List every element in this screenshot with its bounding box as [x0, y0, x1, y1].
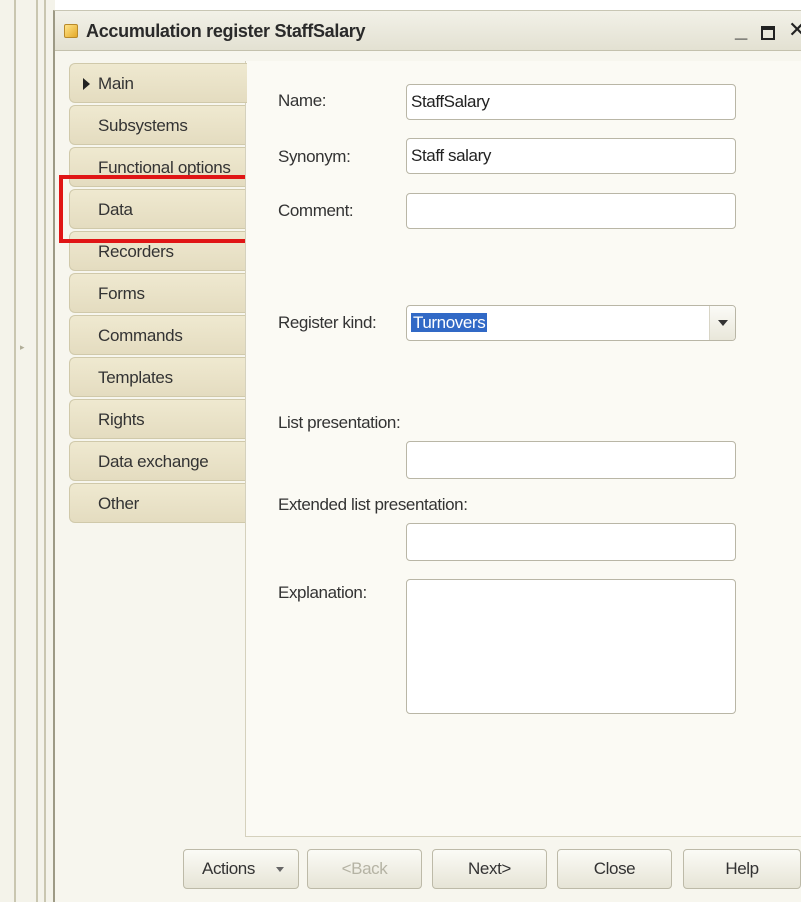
help-button[interactable]: Help — [683, 849, 801, 889]
strip-divider — [36, 0, 38, 902]
tab-data-exchange[interactable]: Data exchange — [69, 441, 247, 481]
tab-label: Main — [98, 74, 134, 93]
register-icon — [64, 24, 78, 38]
back-button[interactable]: <Back — [307, 849, 422, 889]
extended-list-presentation-field[interactable] — [406, 523, 736, 561]
tab-label: Other — [98, 494, 140, 513]
tab-label: Data exchange — [98, 452, 209, 471]
dropdown-button[interactable] — [709, 306, 735, 340]
name-label: Name: — [278, 91, 327, 110]
explanation-label: Explanation: — [278, 583, 367, 602]
actions-button[interactable]: Actions — [183, 849, 299, 889]
tab-templates[interactable]: Templates — [69, 357, 247, 397]
maximize-icon[interactable] — [761, 26, 775, 40]
register-kind-label: Register kind: — [278, 313, 377, 332]
tab-main[interactable]: Main — [69, 63, 247, 103]
tab-label: Templates — [98, 368, 173, 387]
main-properties-panel: Name: StaffSalary Synonym: Staff salary … — [245, 61, 801, 837]
register-editor-window: Accumulation register StaffSalary _ ✕ Ma… — [53, 10, 801, 902]
minimize-icon[interactable]: _ — [735, 19, 747, 41]
list-presentation-field[interactable] — [406, 441, 736, 479]
tab-commands[interactable]: Commands — [69, 315, 247, 355]
next-button[interactable]: Next> — [432, 849, 547, 889]
window-title: Accumulation register StaffSalary — [86, 21, 366, 41]
synonym-label: Synonym: — [278, 147, 351, 166]
tab-rights[interactable]: Rights — [69, 399, 247, 439]
title-bar[interactable]: Accumulation register StaffSalary _ ✕ — [55, 11, 801, 51]
tab-label: Rights — [98, 410, 145, 429]
splitter-handle-icon[interactable]: ▸ — [20, 342, 25, 353]
tab-label: Subsystems — [98, 116, 188, 135]
name-field[interactable]: StaffSalary — [406, 84, 736, 120]
tab-label: Commands — [98, 326, 183, 345]
strip-divider — [14, 0, 16, 902]
synonym-field[interactable]: Staff salary — [406, 138, 736, 174]
chevron-down-icon — [276, 867, 284, 872]
close-button[interactable]: Close — [557, 849, 672, 889]
close-icon[interactable]: ✕ — [788, 19, 801, 41]
tab-other[interactable]: Other — [69, 483, 247, 523]
list-presentation-label: List presentation: — [278, 413, 401, 432]
annotation-highlight-box — [59, 175, 257, 243]
current-tab-arrow-icon — [83, 78, 90, 90]
actions-label: Actions — [202, 859, 255, 878]
comment-label: Comment: — [278, 201, 354, 220]
extended-list-presentation-label: Extended list presentation: — [278, 495, 468, 514]
strip-divider — [44, 0, 46, 902]
tab-label: Recorders — [98, 242, 174, 261]
chevron-down-icon — [718, 320, 728, 326]
comment-field[interactable] — [406, 193, 736, 229]
explanation-textarea[interactable] — [406, 579, 736, 714]
tab-subsystems[interactable]: Subsystems — [69, 105, 247, 145]
tab-label: Forms — [98, 284, 145, 303]
tab-forms[interactable]: Forms — [69, 273, 247, 313]
register-kind-select[interactable]: Turnovers — [406, 305, 736, 341]
register-kind-value: Turnovers — [411, 313, 488, 332]
ide-left-strip: ▸ — [0, 0, 55, 902]
